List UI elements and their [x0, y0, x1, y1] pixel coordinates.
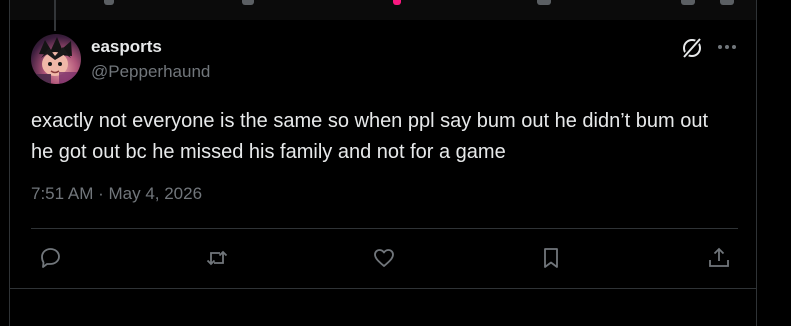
post-bottom-border: [10, 288, 756, 289]
previous-post-action-bar: [10, 0, 756, 20]
previous-reply-icon[interactable]: [104, 0, 114, 5]
bookmark-icon[interactable]: [538, 245, 564, 271]
previous-like-icon[interactable]: [393, 0, 401, 5]
reply-icon[interactable]: [37, 245, 63, 271]
repost-icon[interactable]: [204, 245, 230, 271]
previous-repost-icon[interactable]: [242, 0, 254, 5]
post-card: easports @Pepperhaund exactly not everyo…: [9, 0, 757, 326]
author-handle[interactable]: @Pepperhaund: [91, 62, 210, 82]
more-icon[interactable]: [715, 36, 739, 58]
action-bar-divider: [31, 228, 738, 229]
previous-share-icon[interactable]: [720, 0, 734, 5]
share-icon[interactable]: [706, 245, 732, 271]
avatar[interactable]: [31, 34, 81, 84]
author-display-name[interactable]: easports: [91, 37, 162, 57]
post-text: exactly not everyone is the same so when…: [31, 110, 709, 163]
post-timestamp[interactable]: 7:51 AM · May 4, 2026: [31, 184, 202, 204]
previous-views-icon[interactable]: [537, 0, 551, 5]
grok-icon[interactable]: [680, 36, 704, 60]
thread-connector-line: [54, 0, 56, 31]
heart-icon[interactable]: [371, 245, 397, 271]
previous-bookmark-icon[interactable]: [681, 0, 695, 5]
